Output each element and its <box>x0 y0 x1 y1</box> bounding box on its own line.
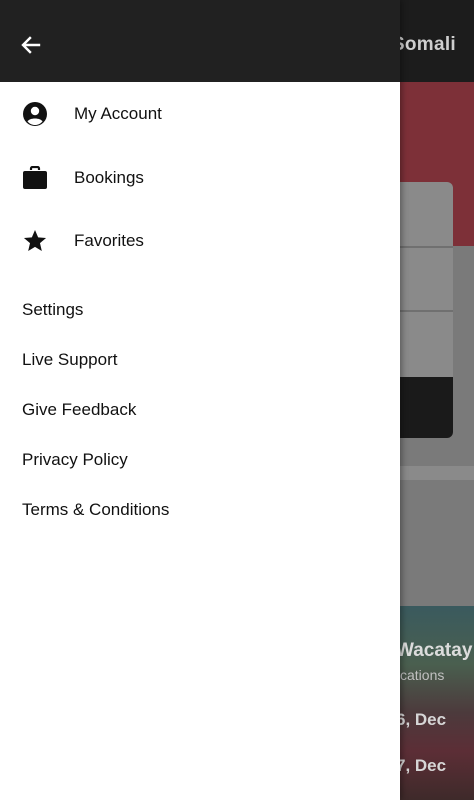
menu-item-bookings[interactable]: Bookings <box>0 148 400 208</box>
menu-item-favorites[interactable]: Favorites <box>0 211 400 271</box>
background-card-title: Wacatay <box>396 640 473 661</box>
menu-item-privacy-policy[interactable]: Privacy Policy <box>0 438 400 482</box>
navigation-drawer: My Account Bookings Favorites Settings L… <box>0 0 400 800</box>
account-circle-icon <box>21 100 49 128</box>
menu-item-live-support[interactable]: Live Support <box>0 338 400 382</box>
briefcase-icon <box>21 164 49 192</box>
menu-item-label: Give Feedback <box>22 400 137 419</box>
background-date: 6, Dec <box>396 710 447 729</box>
menu-item-terms-conditions[interactable]: Terms & Conditions <box>0 488 400 532</box>
background-strip <box>388 466 474 480</box>
menu-item-label: Privacy Policy <box>22 450 128 469</box>
menu-item-label: Live Support <box>22 350 118 369</box>
menu-item-settings[interactable]: Settings <box>0 288 400 332</box>
star-icon <box>21 227 49 255</box>
back-button[interactable] <box>14 28 48 62</box>
menu-item-label: Bookings <box>74 168 144 187</box>
menu-item-label: My Account <box>74 104 162 123</box>
menu-item-label: Settings <box>22 300 84 319</box>
menu-item-label: Favorites <box>74 231 144 250</box>
background-date: 7, Dec <box>396 756 447 775</box>
drawer-header <box>0 0 400 82</box>
menu-item-my-account[interactable]: My Account <box>0 84 400 144</box>
background-card-subtitle: cations <box>400 667 445 683</box>
menu-item-label: Terms & Conditions <box>22 500 170 519</box>
menu-item-give-feedback[interactable]: Give Feedback <box>0 388 400 432</box>
background-title: Somali <box>391 34 456 55</box>
arrow-left-icon <box>21 36 41 54</box>
